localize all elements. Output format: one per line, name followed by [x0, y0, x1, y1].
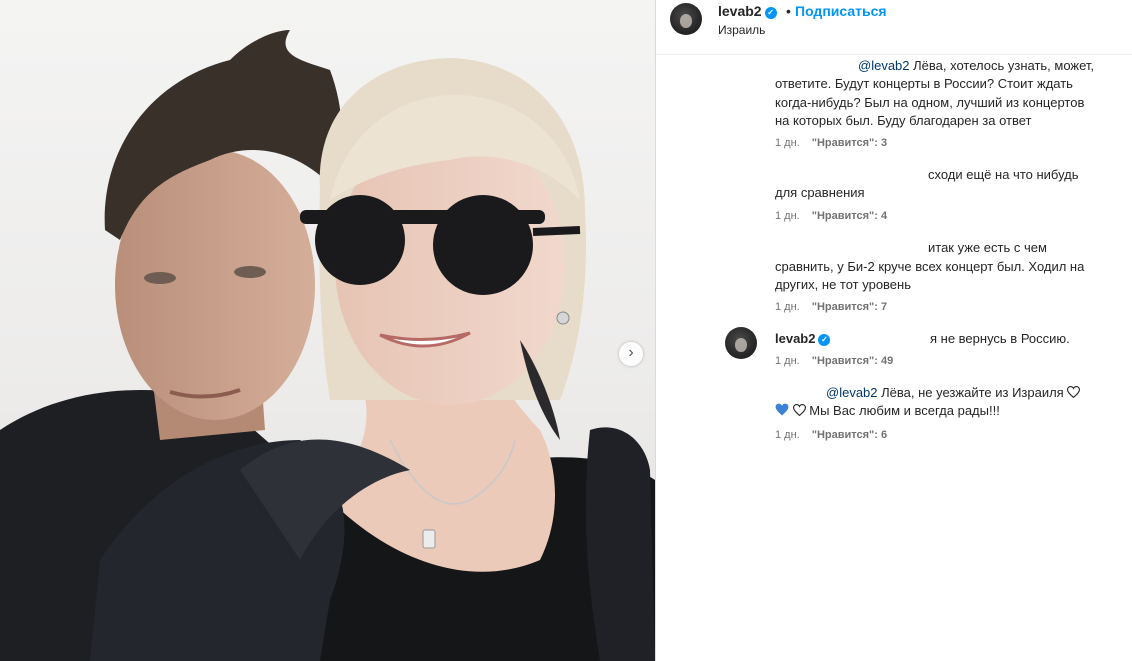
comment-2-meta: 1 дн. "Нравится": 4: [775, 210, 887, 222]
comment-1-age[interactable]: 1 дн.: [775, 137, 800, 149]
comment-4-text: я не вернусь в Россию.: [930, 331, 1070, 346]
author-avatar[interactable]: [670, 3, 702, 35]
pane-divider: [655, 0, 656, 661]
post-photo: ›: [0, 0, 655, 661]
follow-button[interactable]: Подписаться: [795, 3, 887, 19]
photo-illustration: [0, 30, 655, 661]
comment-1-meta: 1 дн. "Нравится": 3: [775, 137, 887, 149]
comment-2-line-1: сходи ещё на что нибудь: [928, 167, 1079, 182]
next-photo-button[interactable]: ›: [619, 342, 643, 366]
comment-3-meta: 1 дн. "Нравится": 7: [775, 301, 887, 313]
header-separator: •: [786, 3, 791, 19]
comment-5-line-1: @levab2 Лёва, не уезжайте из Израиля: [826, 384, 1081, 403]
comment-5-line-2: Мы Вас любим и всегда рады!!!: [775, 402, 1000, 421]
comment-4-author[interactable]: levab2 ✓: [775, 330, 831, 349]
verified-badge-icon: ✓: [818, 334, 831, 347]
post-header: levab2 ✓ • Подписаться Израиль: [656, 0, 1132, 55]
comment-1-likes[interactable]: "Нравится": 3: [812, 137, 887, 149]
blue-heart-icon: [775, 403, 789, 416]
comment-4-meta: 1 дн. "Нравится": 49: [775, 355, 893, 367]
comment-3-line-3: других, не тот уровень: [775, 277, 911, 292]
comment-5-likes[interactable]: "Нравится": 6: [812, 429, 887, 441]
comment-4-age[interactable]: 1 дн.: [775, 355, 800, 367]
comment-5-meta: 1 дн. "Нравится": 6: [775, 429, 887, 441]
comment-2-line-2: для сравнения: [775, 185, 865, 200]
comment-3-likes[interactable]: "Нравится": 7: [812, 301, 887, 313]
comment-1-line-1: @levab2 Лёва, хотелось узнать, может,: [858, 57, 1094, 76]
comment-1-line-4: на которых был. Буду благодарен за ответ: [775, 113, 1032, 128]
comment-3-line-1: итак уже есть с чем: [928, 240, 1047, 255]
comment-4-likes[interactable]: "Нравится": 49: [812, 355, 893, 367]
white-heart-icon: [1067, 386, 1081, 398]
author-username-text[interactable]: levab2: [718, 3, 762, 19]
comment-2-likes[interactable]: "Нравится": 4: [812, 210, 887, 222]
comment-5-text-1: Лёва, не уезжайте из Израиля: [881, 385, 1064, 400]
comment-5-text-2: Мы Вас любим и всегда рады!!!: [809, 403, 1000, 418]
white-heart-icon: [792, 404, 806, 416]
chevron-right-icon: ›: [628, 344, 634, 361]
comment-5-age[interactable]: 1 дн.: [775, 429, 800, 441]
comment-1-line-3: когда-нибудь? Был на одном, лучший из ко…: [775, 95, 1085, 110]
comment-1-text-1: Лёва, хотелось узнать, может,: [913, 58, 1095, 73]
verified-badge-icon: ✓: [764, 6, 777, 19]
comment-2-age[interactable]: 1 дн.: [775, 210, 800, 222]
comment-3-line-2: сравнить, у Би-2 круче всех концерт был.…: [775, 259, 1085, 274]
author-username[interactable]: levab2 ✓: [718, 3, 777, 19]
comment-4-username[interactable]: levab2: [775, 331, 815, 346]
reply-author-avatar[interactable]: [725, 327, 757, 359]
comment-5-mention[interactable]: @levab2: [826, 385, 878, 400]
post-location[interactable]: Израиль: [718, 23, 765, 37]
comment-1-mention[interactable]: @levab2: [858, 58, 910, 73]
comment-3-age[interactable]: 1 дн.: [775, 301, 800, 313]
comment-1-line-2: ответите. Будут концерты в России? Стоит…: [775, 76, 1073, 91]
